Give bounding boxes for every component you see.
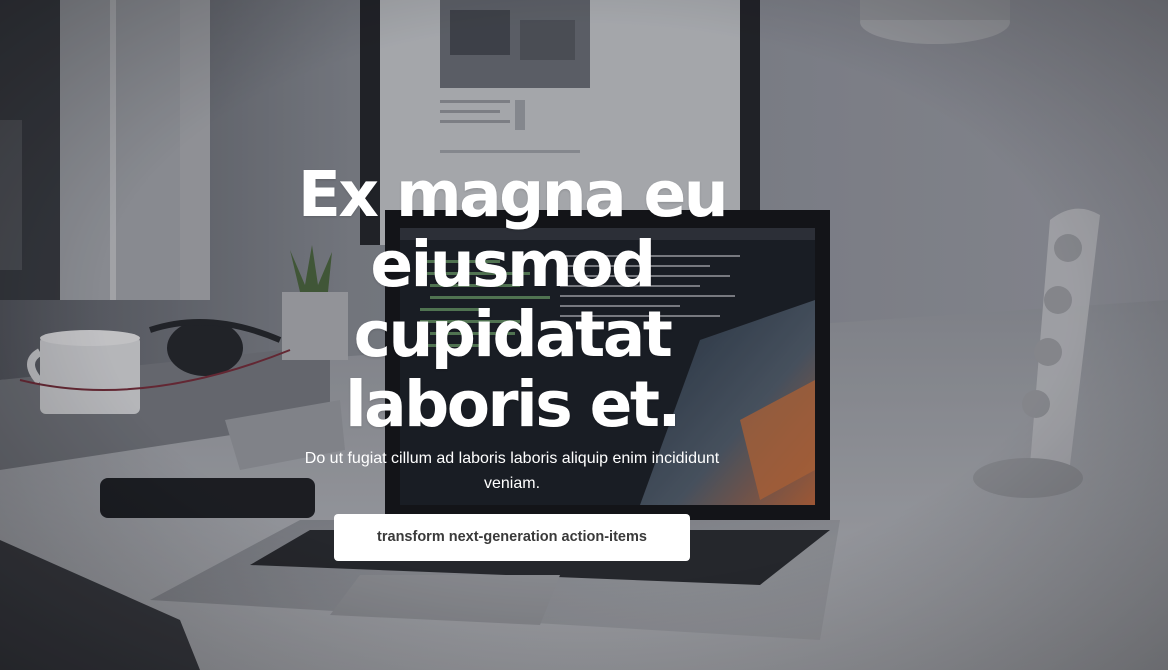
- hero-headline: Ex magna eu eiusmod cupidatat laboris et…: [297, 158, 729, 441]
- hero-content: Ex magna eu eiusmod cupidatat laboris et…: [284, 160, 740, 561]
- cta-button[interactable]: transform next-generation action-items: [334, 514, 690, 561]
- hero-section: Ex magna eu eiusmod cupidatat laboris et…: [0, 0, 1168, 670]
- hero-subtext: Do ut fugiat cillum ad laboris laboris a…: [304, 450, 720, 492]
